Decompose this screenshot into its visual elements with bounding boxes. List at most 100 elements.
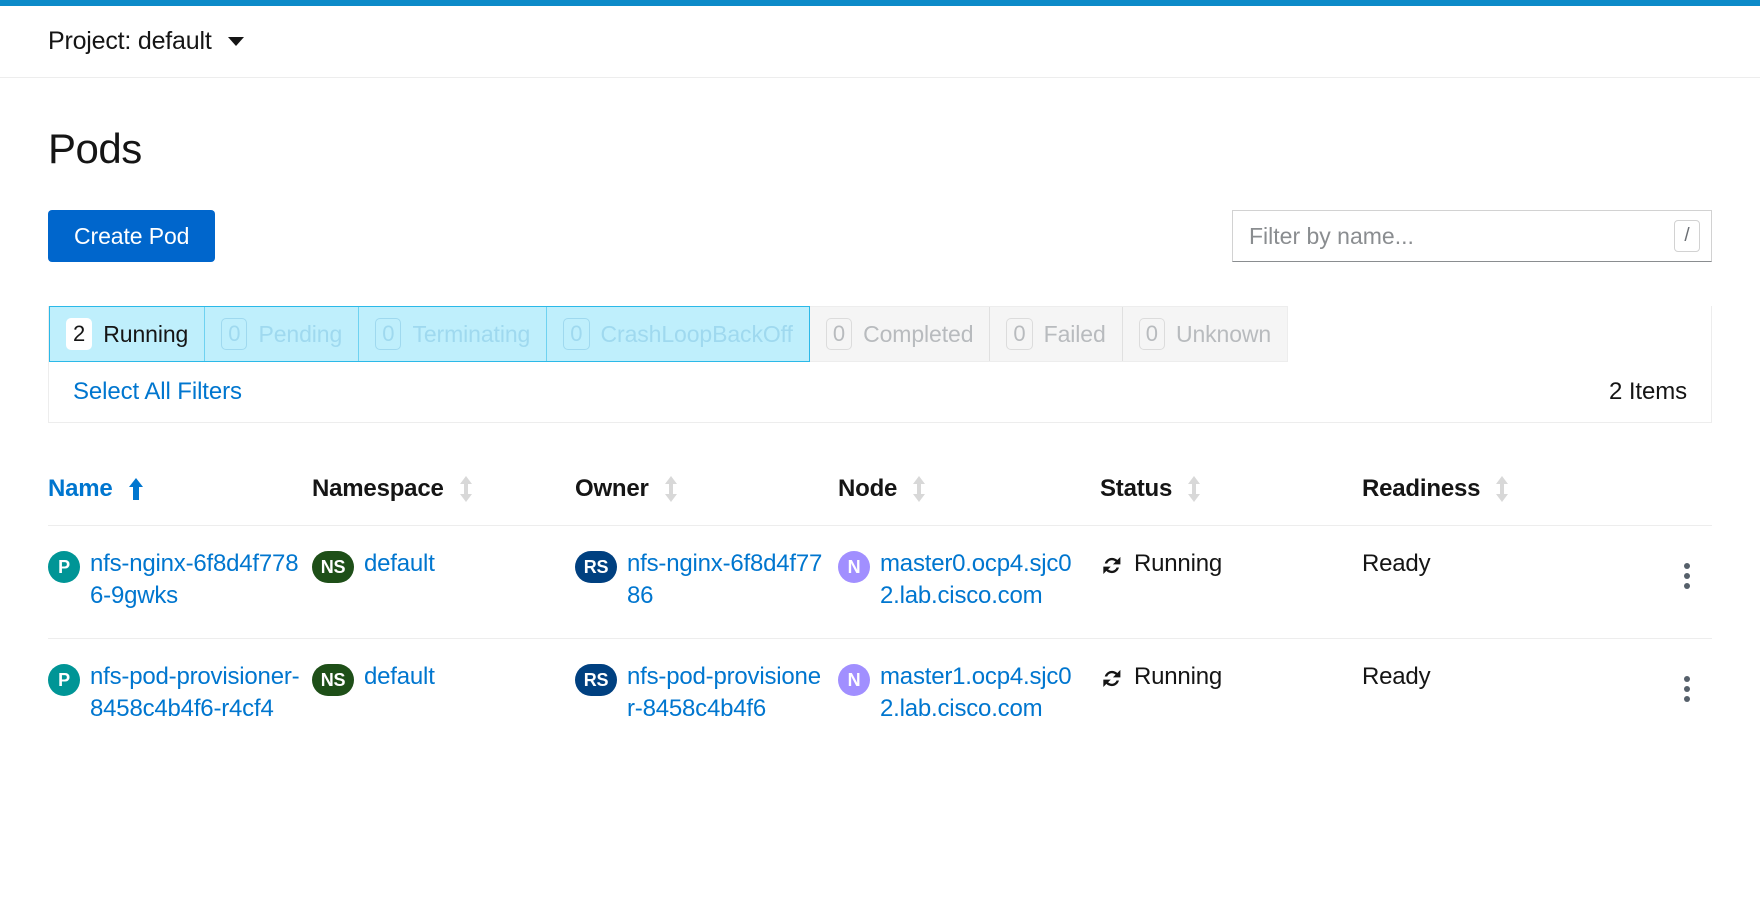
sync-icon bbox=[1100, 666, 1124, 690]
cell-actions bbox=[1624, 639, 1712, 751]
status-filter-group-selected: 2 Running 0 Pending 0 Terminating 0 Cras… bbox=[49, 306, 810, 362]
cell-status: Running bbox=[1100, 639, 1362, 751]
column-header-owner[interactable]: Owner bbox=[575, 475, 838, 526]
replicaset-badge-icon: RS bbox=[575, 664, 617, 696]
cell-readiness: Ready bbox=[1362, 639, 1624, 751]
sort-none-icon bbox=[913, 476, 925, 502]
status-filters-footer: Select All Filters 2 Items bbox=[49, 362, 1711, 422]
sync-icon bbox=[1100, 553, 1124, 577]
project-selector-dropdown[interactable]: Project: default bbox=[48, 29, 244, 54]
readiness-text: Ready bbox=[1362, 663, 1430, 690]
pod-badge-icon: P bbox=[48, 551, 80, 583]
row-actions-kebab-menu[interactable] bbox=[1674, 557, 1700, 595]
cell-node: N master1.ocp4.sjc02.lab.cisco.com bbox=[838, 639, 1100, 751]
table-header-row: Name Namespace Owner bbox=[48, 475, 1712, 526]
status-filter-unknown-label: Unknown bbox=[1176, 321, 1271, 348]
cell-owner: RS nfs-pod-provisioner-8458c4b4f6 bbox=[575, 639, 838, 751]
column-header-status[interactable]: Status bbox=[1100, 475, 1362, 526]
node-badge-icon: N bbox=[838, 551, 870, 583]
project-selector-label: Project: default bbox=[48, 29, 212, 54]
status-filter-pending-count: 0 bbox=[221, 318, 247, 350]
owner-link[interactable]: nfs-pod-provisioner-8458c4b4f6 bbox=[627, 661, 826, 725]
sort-ascending-icon bbox=[129, 478, 143, 500]
status-filter-terminating[interactable]: 0 Terminating bbox=[358, 307, 546, 361]
status-filter-completed-label: Completed bbox=[863, 321, 973, 348]
cell-pod-name: P nfs-nginx-6f8d4f7786-9gwks bbox=[48, 526, 312, 639]
column-header-node[interactable]: Node bbox=[838, 475, 1100, 526]
status-filter-running-label: Running bbox=[103, 321, 188, 348]
status-filter-failed[interactable]: 0 Failed bbox=[989, 307, 1121, 361]
column-header-node-label: Node bbox=[838, 475, 897, 503]
table-row: P nfs-pod-provisioner-8458c4b4f6-r4cf4 N… bbox=[48, 639, 1712, 751]
status-filter-terminating-count: 0 bbox=[375, 318, 401, 350]
column-header-namespace-label: Namespace bbox=[312, 475, 444, 503]
column-header-readiness[interactable]: Readiness bbox=[1362, 475, 1624, 526]
status-filter-running-count: 2 bbox=[66, 318, 92, 350]
status-filter-pending[interactable]: 0 Pending bbox=[204, 307, 358, 361]
node-link[interactable]: master1.ocp4.sjc02.lab.cisco.com bbox=[880, 661, 1088, 725]
node-badge-icon: N bbox=[838, 664, 870, 696]
status-text: Running bbox=[1134, 661, 1222, 693]
namespace-link[interactable]: default bbox=[364, 661, 435, 693]
chevron-down-icon bbox=[228, 37, 244, 46]
pods-table: Name Namespace Owner bbox=[48, 475, 1712, 751]
sort-none-icon bbox=[460, 476, 472, 502]
page-title: Pods bbox=[48, 126, 1712, 172]
readiness-text: Ready bbox=[1362, 550, 1430, 577]
column-header-owner-label: Owner bbox=[575, 475, 649, 503]
status-filter-running[interactable]: 2 Running bbox=[50, 307, 204, 361]
column-header-namespace[interactable]: Namespace bbox=[312, 475, 575, 526]
table-row: P nfs-nginx-6f8d4f7786-9gwks NS default … bbox=[48, 526, 1712, 639]
namespace-link[interactable]: default bbox=[364, 548, 435, 580]
cell-namespace: NS default bbox=[312, 526, 575, 639]
cell-pod-name: P nfs-pod-provisioner-8458c4b4f6-r4cf4 bbox=[48, 639, 312, 751]
status-filter-crashloopbackoff-count: 0 bbox=[563, 318, 589, 350]
pod-name-link[interactable]: nfs-nginx-6f8d4f7786-9gwks bbox=[90, 548, 300, 612]
list-toolbar: Create Pod / bbox=[48, 210, 1712, 262]
status-filter-crashloopbackoff[interactable]: 0 CrashLoopBackOff bbox=[546, 307, 809, 361]
status-filter-unknown-count: 0 bbox=[1139, 318, 1165, 350]
filter-by-name-wrapper: / bbox=[1232, 210, 1712, 262]
namespace-badge-icon: NS bbox=[312, 551, 354, 583]
column-header-readiness-label: Readiness bbox=[1362, 475, 1480, 503]
status-filter-group-unselected: 0 Completed 0 Failed 0 Unknown bbox=[810, 306, 1288, 362]
status-filter-failed-count: 0 bbox=[1006, 318, 1032, 350]
filter-by-name-input[interactable] bbox=[1232, 210, 1712, 262]
row-actions-kebab-menu[interactable] bbox=[1674, 670, 1700, 708]
column-header-status-label: Status bbox=[1100, 475, 1172, 503]
pod-badge-icon: P bbox=[48, 664, 80, 696]
pod-name-link[interactable]: nfs-pod-provisioner-8458c4b4f6-r4cf4 bbox=[90, 661, 300, 725]
select-all-filters-link[interactable]: Select All Filters bbox=[73, 378, 242, 406]
keyboard-shortcut-badge: / bbox=[1674, 220, 1700, 252]
status-filter-unknown[interactable]: 0 Unknown bbox=[1122, 307, 1287, 361]
column-header-name[interactable]: Name bbox=[48, 475, 312, 526]
cell-namespace: NS default bbox=[312, 639, 575, 751]
status-filters-block: 2 Running 0 Pending 0 Terminating 0 Cras… bbox=[48, 306, 1712, 423]
status-filter-failed-label: Failed bbox=[1044, 321, 1106, 348]
column-header-name-label: Name bbox=[48, 475, 113, 503]
create-pod-button[interactable]: Create Pod bbox=[48, 210, 215, 262]
status-filter-chip-row: 2 Running 0 Pending 0 Terminating 0 Cras… bbox=[49, 306, 1711, 362]
replicaset-badge-icon: RS bbox=[575, 551, 617, 583]
cell-owner: RS nfs-nginx-6f8d4f7786 bbox=[575, 526, 838, 639]
sort-none-icon bbox=[665, 476, 677, 502]
project-selector-bar: Project: default bbox=[0, 6, 1760, 78]
owner-link[interactable]: nfs-nginx-6f8d4f7786 bbox=[627, 548, 826, 612]
sort-none-icon bbox=[1188, 476, 1200, 502]
cell-readiness: Ready bbox=[1362, 526, 1624, 639]
namespace-badge-icon: NS bbox=[312, 664, 354, 696]
cell-status: Running bbox=[1100, 526, 1362, 639]
node-link[interactable]: master0.ocp4.sjc02.lab.cisco.com bbox=[880, 548, 1088, 612]
status-filter-crashloopbackoff-label: CrashLoopBackOff bbox=[601, 321, 793, 348]
column-header-actions bbox=[1624, 475, 1712, 526]
cell-actions bbox=[1624, 526, 1712, 639]
status-filter-pending-label: Pending bbox=[258, 321, 342, 348]
status-filter-terminating-label: Terminating bbox=[412, 321, 530, 348]
cell-node: N master0.ocp4.sjc02.lab.cisco.com bbox=[838, 526, 1100, 639]
items-count-label: 2 Items bbox=[1609, 378, 1687, 406]
status-filter-completed-count: 0 bbox=[826, 318, 852, 350]
status-filter-completed[interactable]: 0 Completed bbox=[810, 307, 990, 361]
sort-none-icon bbox=[1496, 476, 1508, 502]
page-content: Pods Create Pod / 2 Running 0 Pending 0 … bbox=[0, 126, 1760, 751]
status-text: Running bbox=[1134, 548, 1222, 580]
